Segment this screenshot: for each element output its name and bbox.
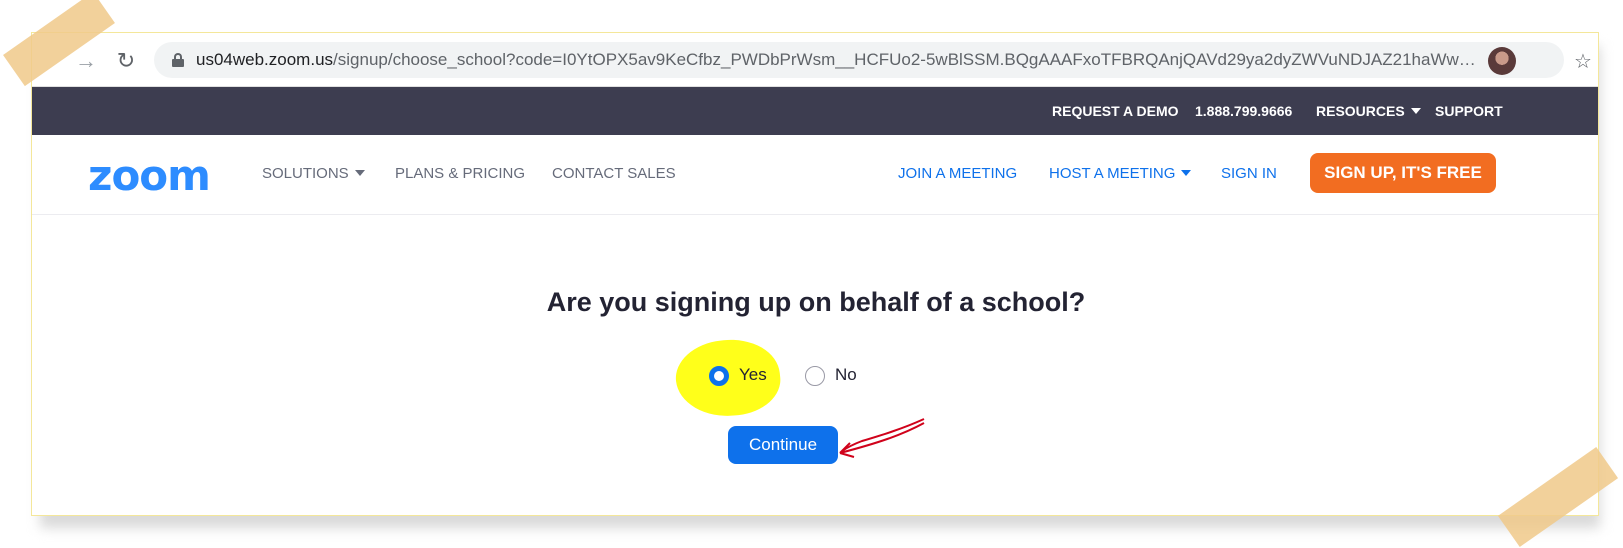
- contact-sales-link[interactable]: CONTACT SALES: [552, 165, 676, 182]
- radio-no-label[interactable]: No: [835, 365, 857, 385]
- solutions-label: SOLUTIONS: [262, 165, 349, 182]
- caret-down-icon: [1410, 108, 1421, 114]
- solutions-menu[interactable]: SOLUTIONS: [262, 165, 365, 182]
- host-meeting-menu[interactable]: HOST A MEETING: [1049, 165, 1192, 182]
- url-text[interactable]: us04web.zoom.us/signup/choose_school?cod…: [196, 50, 1476, 70]
- screenshot-frame: → ↻ us04web.zoom.us/signup/choose_school…: [31, 32, 1599, 516]
- lock-icon: [172, 53, 184, 67]
- zoom-logo[interactable]: zoom: [88, 151, 211, 200]
- caret-down-icon: [354, 170, 365, 176]
- url-domain: us04web.zoom.us: [196, 50, 334, 69]
- star-icon[interactable]: ☆: [1574, 52, 1592, 72]
- support-link[interactable]: SUPPORT: [1435, 103, 1503, 119]
- phone-number[interactable]: 1.888.799.9666: [1195, 103, 1292, 119]
- radio-unchecked-icon[interactable]: [805, 366, 825, 386]
- plans-pricing-link[interactable]: PLANS & PRICING: [395, 165, 525, 182]
- sign-in-link[interactable]: SIGN IN: [1221, 165, 1277, 182]
- reload-icon[interactable]: ↻: [112, 47, 140, 75]
- radio-yes-label[interactable]: Yes: [739, 365, 767, 385]
- avatar[interactable]: [1488, 47, 1516, 75]
- sign-up-button[interactable]: SIGN UP, IT'S FREE: [1310, 153, 1496, 193]
- request-demo-link[interactable]: REQUEST A DEMO: [1052, 103, 1179, 119]
- page-title: Are you signing up on behalf of a school…: [546, 287, 1086, 317]
- main-nav: zoom SOLUTIONS PLANS & PRICING CONTACT S…: [32, 135, 1598, 215]
- address-bar[interactable]: us04web.zoom.us/signup/choose_school?cod…: [154, 42, 1592, 78]
- resources-label: RESOURCES: [1316, 103, 1405, 119]
- red-arrow-annotation: [839, 418, 925, 458]
- caret-down-icon: [1181, 170, 1192, 176]
- browser-toolbar: → ↻ us04web.zoom.us/signup/choose_school…: [32, 33, 1598, 87]
- join-meeting-link[interactable]: JOIN A MEETING: [898, 165, 1017, 182]
- url-path: /signup/choose_school?code=I0YtOPX5av9Ke…: [333, 50, 1476, 69]
- host-meeting-label: HOST A MEETING: [1049, 165, 1176, 182]
- top-strip: REQUEST A DEMO 1.888.799.9666 RESOURCES …: [32, 87, 1598, 135]
- resources-menu[interactable]: RESOURCES: [1316, 103, 1421, 119]
- radio-checked-icon[interactable]: [709, 366, 729, 386]
- arrow-right-icon[interactable]: →: [72, 47, 100, 75]
- continue-button[interactable]: Continue: [728, 426, 838, 464]
